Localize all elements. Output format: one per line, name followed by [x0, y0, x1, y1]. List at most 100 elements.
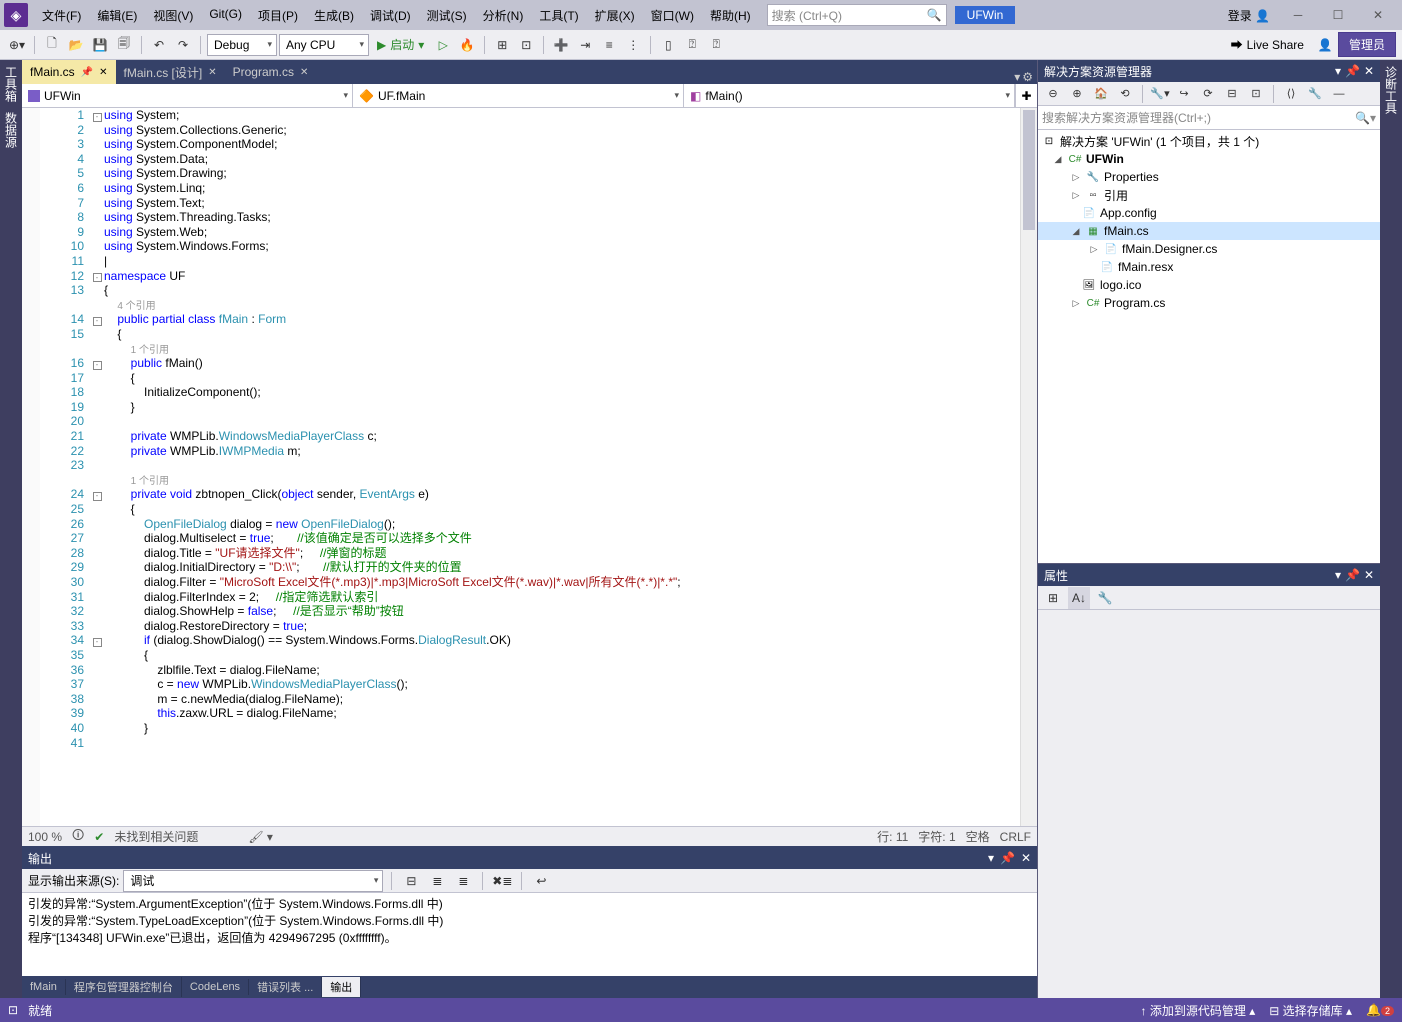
sln-props-button[interactable]: 🔧	[1304, 83, 1326, 105]
nav-project-combo[interactable]: UFWin	[22, 84, 353, 107]
document-tab[interactable]: Program.cs✕	[225, 60, 317, 84]
issues-text[interactable]: 未找到相关问题	[114, 828, 198, 845]
tab-dropdown-button[interactable]: ▾	[1014, 70, 1020, 84]
props-close-button[interactable]: ✕	[1364, 568, 1374, 582]
panel-menu-button[interactable]: ▾	[988, 851, 994, 865]
sln-btn-3[interactable]: ⟨⟩	[1280, 83, 1302, 105]
close-button[interactable]: ✕	[1358, 1, 1398, 29]
tool-btn-6[interactable]: ⋮	[622, 34, 644, 56]
undo-button[interactable]: ↶	[148, 34, 170, 56]
left-tool-strip[interactable]: 工具箱 数据源	[0, 60, 22, 998]
sln-preview-button[interactable]: —	[1328, 83, 1350, 105]
enc-indicator[interactable]: CRLF	[1000, 830, 1031, 844]
redo-button[interactable]: ↷	[172, 34, 194, 56]
solution-tree[interactable]: ⊡解决方案 'UFWin' (1 个项目，共 1 个) ◢C#UFWin ▷🔧P…	[1038, 130, 1380, 563]
tool-btn-5[interactable]: ≡	[598, 34, 620, 56]
menu-item[interactable]: 调试(D)	[362, 3, 419, 28]
admin-button[interactable]: 管理员	[1338, 32, 1396, 57]
bottom-tab[interactable]: 程序包管理器控制台	[66, 977, 182, 997]
ins-indicator[interactable]: 空格	[966, 828, 990, 845]
split-editor-button[interactable]: ✚	[1015, 84, 1037, 107]
close-icon[interactable]: ✕	[208, 67, 216, 78]
tree-project-node[interactable]: ◢C#UFWin	[1038, 150, 1380, 168]
menu-item[interactable]: 文件(F)	[34, 3, 89, 28]
tool-btn-8[interactable]: ⍰	[681, 34, 703, 56]
tree-references-node[interactable]: ▷▫▫引用	[1038, 186, 1380, 204]
login-button[interactable]: 登录 👤	[1220, 3, 1278, 28]
line-indicator[interactable]: 行: 11	[877, 828, 908, 845]
tool-btn-2[interactable]: ⊡	[515, 34, 537, 56]
props-cat-button[interactable]: ⊞	[1042, 587, 1064, 609]
menu-item[interactable]: 扩展(X)	[587, 3, 643, 28]
nav-member-combo[interactable]: ◧fMain()	[684, 84, 1015, 107]
sln-fwd-button[interactable]: ⊕	[1066, 83, 1088, 105]
global-search[interactable]: 搜索 (Ctrl+Q)🔍	[767, 4, 947, 26]
tool-btn-4[interactable]: ⇥	[574, 34, 596, 56]
output-source-combo[interactable]: 调试	[123, 870, 383, 892]
select-repo-button[interactable]: ⊟ 选择存储库 ▴	[1269, 1002, 1352, 1019]
toolbox-tab[interactable]: 工具箱	[3, 66, 20, 102]
out-btn-1[interactable]: ⊟	[400, 870, 422, 892]
sln-back-button[interactable]: ⊖	[1042, 83, 1064, 105]
open-button[interactable]: 📂	[65, 34, 87, 56]
menu-item[interactable]: 窗口(W)	[643, 3, 702, 28]
diagnostics-tab[interactable]: 诊断工具	[1383, 66, 1400, 114]
bottom-tab[interactable]: CodeLens	[182, 979, 249, 995]
nav-class-combo[interactable]: 🔶UF.fMain	[353, 84, 684, 107]
tree-logo-node[interactable]: 🖼logo.ico	[1038, 276, 1380, 294]
sln-close-button[interactable]: ✕	[1364, 64, 1374, 78]
save-button[interactable]: 💾	[89, 34, 111, 56]
right-tool-strip[interactable]: 诊断工具	[1380, 60, 1402, 998]
sln-collapse-button[interactable]: ⊟	[1221, 83, 1243, 105]
panel-pin-button[interactable]: 📌	[1000, 851, 1015, 865]
props-pin-button[interactable]: 📌	[1345, 568, 1360, 582]
tree-designer-node[interactable]: ▷📄fMain.Designer.cs	[1038, 240, 1380, 258]
tree-resx-node[interactable]: 📄fMain.resx	[1038, 258, 1380, 276]
col-indicator[interactable]: 字符: 1	[918, 828, 955, 845]
datasource-tab[interactable]: 数据源	[3, 112, 20, 148]
menu-item[interactable]: 项目(P)	[250, 3, 306, 28]
out-btn-wrap[interactable]: ↩	[530, 870, 552, 892]
props-az-button[interactable]: A↓	[1068, 587, 1090, 609]
menu-item[interactable]: 分析(N)	[475, 3, 532, 28]
sln-showall-button[interactable]: ⊡	[1245, 83, 1267, 105]
start-debug-button[interactable]: ▶ 启动 ▾	[371, 36, 430, 53]
sln-pin-button[interactable]: 📌	[1345, 64, 1360, 78]
solution-name-pill[interactable]: UFWin	[955, 6, 1016, 24]
tree-appconfig-node[interactable]: 📄App.config	[1038, 204, 1380, 222]
tree-solution-node[interactable]: ⊡解决方案 'UFWin' (1 个项目，共 1 个)	[1038, 132, 1380, 150]
back-nav-button[interactable]: ⊕▾	[6, 34, 28, 56]
live-share-button[interactable]: ⮕Live Share	[1231, 36, 1304, 53]
menu-item[interactable]: 生成(B)	[306, 3, 362, 28]
panel-close-button[interactable]: ✕	[1021, 851, 1031, 865]
tab-settings-button[interactable]: ⚙	[1022, 70, 1033, 84]
menu-item[interactable]: Git(G)	[201, 3, 250, 28]
sln-btn-1[interactable]: 🔧▾	[1149, 83, 1171, 105]
props-menu-button[interactable]: ▾	[1335, 568, 1341, 582]
new-button[interactable]: 🗋	[41, 34, 63, 56]
notifications-button[interactable]: 🔔2	[1366, 1003, 1394, 1017]
tool-btn-9[interactable]: ⍰	[705, 34, 727, 56]
brush-icon[interactable]: 🖌 ▾	[248, 830, 273, 844]
document-tab[interactable]: fMain.cs📌✕	[22, 60, 116, 84]
out-btn-3[interactable]: ≣	[452, 870, 474, 892]
tool-btn-7[interactable]: ▯	[657, 34, 679, 56]
properties-grid[interactable]	[1038, 610, 1380, 998]
code-editor[interactable]: 1234567891011121314151617181920212223242…	[22, 108, 1037, 826]
out-btn-2[interactable]: ≣	[426, 870, 448, 892]
sln-sync-button[interactable]: ⟲	[1114, 83, 1136, 105]
tree-properties-node[interactable]: ▷🔧Properties	[1038, 168, 1380, 186]
start-no-debug-button[interactable]: ▷	[432, 34, 454, 56]
close-icon[interactable]: ✕	[300, 67, 308, 78]
solution-search[interactable]: 搜索解决方案资源管理器(Ctrl+;)🔍▾	[1038, 106, 1380, 130]
editor-scrollbar[interactable]	[1020, 108, 1037, 826]
tree-fmain-node[interactable]: ◢▦fMain.cs	[1038, 222, 1380, 240]
save-all-button[interactable]: 🗐	[113, 34, 135, 56]
minimize-button[interactable]: ─	[1278, 1, 1318, 29]
platform-combo[interactable]: Any CPU	[279, 34, 369, 56]
tool-btn-1[interactable]: ⊞	[491, 34, 513, 56]
menu-item[interactable]: 测试(S)	[419, 3, 475, 28]
close-icon[interactable]: ✕	[99, 67, 107, 78]
zoom-combo[interactable]: 100 %	[28, 830, 62, 844]
props-wrench-button[interactable]: 🔧	[1094, 587, 1116, 609]
